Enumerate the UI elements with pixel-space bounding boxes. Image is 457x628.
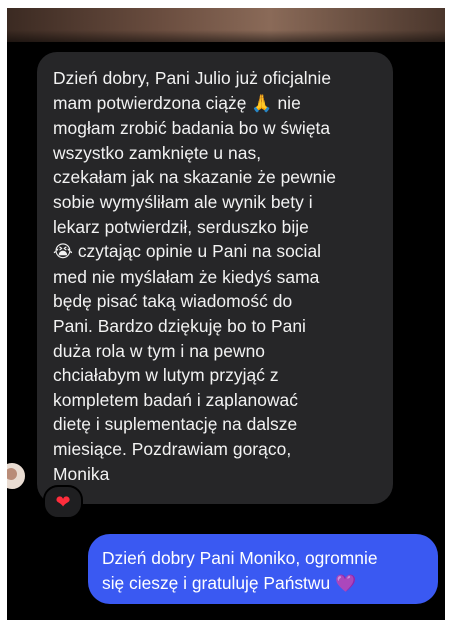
message-line: będę pisać taką wiadomość do xyxy=(53,291,293,312)
message-line: 😭 czytając opinie u Pani na social xyxy=(53,239,377,265)
message-line: kompletem badań i zaplanować xyxy=(53,389,299,410)
message-text: nie xyxy=(272,92,301,113)
sender-avatar[interactable] xyxy=(7,461,27,491)
pray-emoji-icon: 🙏 xyxy=(251,93,273,114)
message-line: wszystko zamknięte u nas, xyxy=(53,142,262,163)
message-line: czekałam jak na skazanie że pewnie xyxy=(53,167,336,188)
outgoing-message-bubble[interactable]: Dzień dobry Pani Moniko, ogromnie się ci… xyxy=(88,534,438,604)
purple-heart-emoji-icon: 💜 xyxy=(334,573,357,594)
top-fade xyxy=(7,30,445,54)
message-line: Pani. Bardzo dziękuję bo to Pani xyxy=(53,315,306,336)
message-line: mogłam zrobić badania bo w święta xyxy=(53,118,331,139)
message-line: chciałabym w lutym przyjąć z xyxy=(53,365,279,386)
message-line: lekarz potwierdził, serduszko bije xyxy=(53,216,309,237)
message-line: Dzień dobry, Pani Julio już oficjalnie xyxy=(53,68,332,88)
message-line: dietę i suplementację na dalsze xyxy=(53,414,298,435)
message-line: sobie wymyśliłam ale wynik bety i xyxy=(53,191,313,212)
message-line: mam potwierdzona ciążę 🙏 nie xyxy=(53,91,377,117)
crying-emoji-icon: 😭 xyxy=(53,242,73,263)
message-line: med nie myślałam że kiedyś sama xyxy=(53,266,320,287)
incoming-message-bubble[interactable]: Dzień dobry, Pani Julio już oficjalnie m… xyxy=(37,52,393,505)
message-line: Monika xyxy=(53,463,110,484)
heart-reaction-icon[interactable]: ❤ xyxy=(43,485,83,519)
chat-thread: Dzień dobry, Pani Julio już oficjalnie m… xyxy=(7,8,445,620)
message-line: się cieszę i gratuluję Państwu 💜 xyxy=(102,571,424,597)
message-text: się cieszę i gratuluję Państwu xyxy=(102,572,331,593)
message-line: Dzień dobry Pani Moniko, ogromnie xyxy=(102,548,378,568)
message-text: mam potwierdzona ciążę xyxy=(53,92,247,113)
message-text: czytając opinie u Pani na social xyxy=(77,241,322,262)
message-line: miesiące. Pozdrawiam gorąco, xyxy=(53,438,292,459)
message-line: duża rola w tym i na pewno xyxy=(53,340,266,361)
